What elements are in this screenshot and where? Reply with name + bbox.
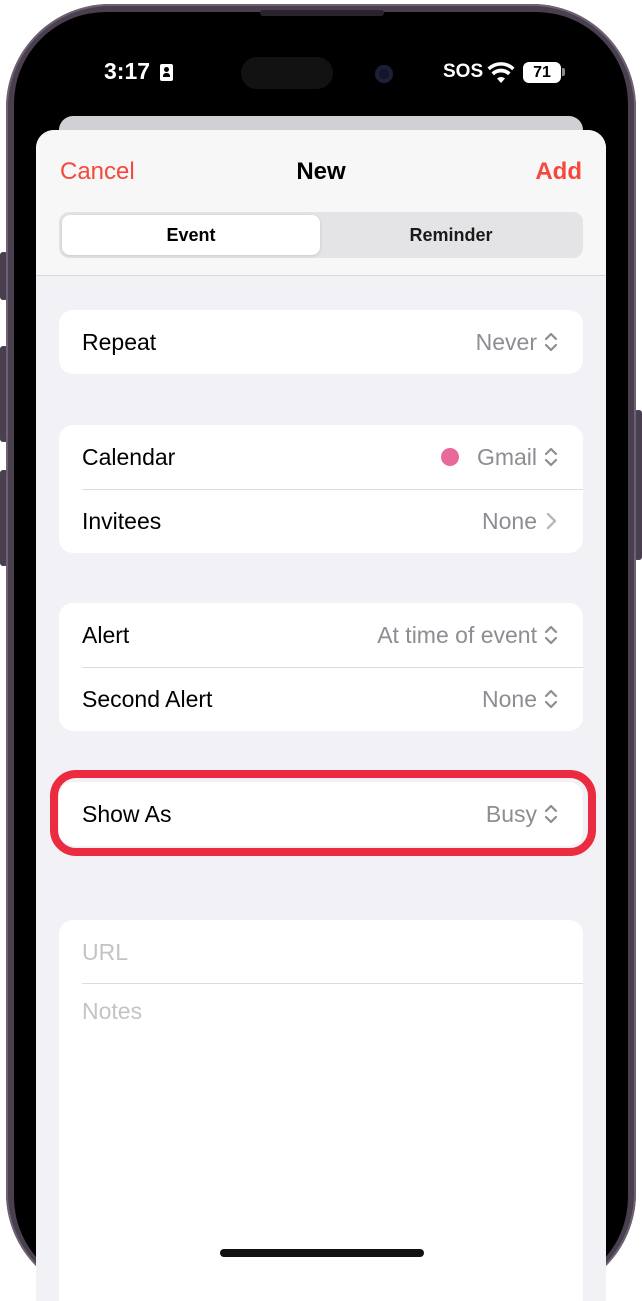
segment-reminder[interactable]: Reminder <box>322 215 580 255</box>
chevron-up-down-icon <box>544 447 558 467</box>
chevron-up-down-icon <box>544 689 558 709</box>
speaker-grille <box>260 10 384 16</box>
show-as-row[interactable]: Show As Busy <box>59 782 583 846</box>
home-indicator[interactable] <box>220 1249 424 1257</box>
wifi-icon <box>487 62 515 83</box>
dynamic-island <box>241 57 333 89</box>
chevron-up-down-icon <box>544 625 558 645</box>
repeat-label: Repeat <box>82 329 157 355</box>
contact-card-icon <box>160 64 173 81</box>
url-input[interactable] <box>82 936 562 968</box>
second-alert-label: Second Alert <box>82 686 213 712</box>
invitees-value: None <box>482 508 537 534</box>
calendar-row[interactable]: Calendar Gmail <box>59 425 583 489</box>
battery-indicator: 71 <box>523 62 561 83</box>
alert-value: At time of event <box>377 622 537 648</box>
chevron-right-icon <box>546 512 557 530</box>
invitees-label: Invitees <box>82 508 162 534</box>
status-time: 3:17 <box>104 58 151 84</box>
alert-row[interactable]: Alert At time of event <box>59 603 583 667</box>
repeat-group: Repeat Never <box>59 310 583 374</box>
calendar-color-dot <box>441 448 459 466</box>
chevron-up-down-icon <box>544 332 558 352</box>
calendar-label: Calendar <box>82 444 176 470</box>
show-as-group: Show As Busy <box>59 782 583 846</box>
show-as-value: Busy <box>485 801 537 827</box>
alerts-group: Alert At time of event Second Alert None <box>59 603 583 731</box>
alert-label: Alert <box>82 622 130 648</box>
second-alert-row[interactable]: Second Alert None <box>59 667 583 731</box>
calendar-value: Gmail <box>476 444 537 470</box>
sos-indicator: SOS <box>443 61 484 82</box>
url-notes-group <box>59 920 583 1301</box>
field-divider <box>82 983 583 984</box>
segment-event[interactable]: Event <box>62 215 320 255</box>
show-as-label: Show As <box>82 801 172 827</box>
new-event-sheet: Cancel New Add Event Reminder Repeat Nev… <box>36 130 606 1301</box>
repeat-row[interactable]: Repeat Never <box>59 310 583 374</box>
calendar-group: Calendar Gmail Invitees None <box>59 425 583 553</box>
second-alert-value: None <box>482 686 537 712</box>
chevron-up-down-icon <box>544 804 558 824</box>
repeat-value: Never <box>475 329 537 355</box>
invitees-row[interactable]: Invitees None <box>59 489 583 553</box>
sheet-header: Cancel New Add Event Reminder <box>36 130 606 276</box>
front-camera <box>375 65 393 83</box>
add-button[interactable]: Add <box>535 158 582 186</box>
event-type-segmented-control: Event Reminder <box>59 212 583 258</box>
battery-cap <box>562 68 565 76</box>
cancel-button[interactable]: Cancel <box>60 158 135 186</box>
